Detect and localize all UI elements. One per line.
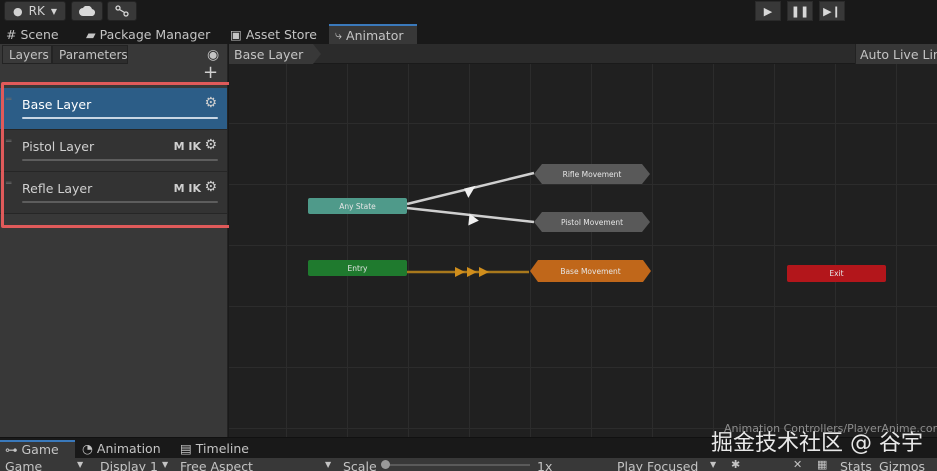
- account-dropdown[interactable]: ● RK ▼: [4, 1, 66, 21]
- cloud-icon: [79, 6, 95, 16]
- state-base-movement[interactable]: Base Movement: [530, 260, 651, 282]
- account-label: RK: [28, 4, 45, 18]
- scale-label: Scale: [343, 459, 377, 471]
- pause-button[interactable]: ❚❚: [787, 1, 813, 21]
- view-dropdown[interactable]: Game: [5, 459, 42, 471]
- scale-slider[interactable]: [382, 464, 530, 466]
- tab-timeline-label: Timeline: [195, 441, 249, 456]
- stats-button[interactable]: Stats: [840, 459, 872, 471]
- watermark-text: 掘金技术社区 @ 谷宇: [711, 431, 923, 456]
- tab-animator-label: Animator: [346, 27, 404, 43]
- tab-scene[interactable]: # Scene: [0, 24, 78, 44]
- tab-animator[interactable]: ⤷ Animator: [329, 24, 417, 44]
- chevron-down-icon: ▼: [710, 460, 717, 469]
- tab-package-manager-label: Package Manager: [99, 26, 211, 42]
- state-label: Rifle Movement: [562, 169, 622, 179]
- tab-scene-label: Scene: [20, 26, 59, 42]
- tab-asset-store-label: Asset Store: [245, 26, 317, 42]
- grid-icon: #: [6, 26, 17, 42]
- mute-icon[interactable]: ✕: [793, 458, 802, 471]
- step-button[interactable]: ▶❙: [819, 1, 845, 21]
- state-rifle-movement[interactable]: Rifle Movement: [534, 164, 650, 184]
- grid-icon[interactable]: ▦: [817, 458, 827, 471]
- highlight-box: [1, 82, 244, 228]
- state-label: Pistol Movement: [560, 217, 624, 227]
- aspect-label: Free Aspect: [180, 459, 253, 471]
- chevron-down-icon: ▼: [325, 460, 332, 469]
- breadcrumb[interactable]: Base Layer: [229, 44, 321, 64]
- tab-timeline[interactable]: ▤ Timeline: [180, 441, 249, 456]
- tab-animation-label: Animation: [96, 441, 161, 456]
- account-icon: ●: [13, 4, 23, 18]
- arrow-icon: [467, 267, 477, 277]
- add-layer-button[interactable]: +: [203, 64, 218, 82]
- chevron-down-icon: ▼: [77, 460, 84, 469]
- package-icon: ▰: [86, 26, 96, 42]
- tab-game[interactable]: ⊶ Game: [0, 440, 75, 459]
- graph-header: Base Layer Auto Live Link: [229, 44, 937, 64]
- scale-slider-handle[interactable]: [381, 460, 390, 469]
- step-icon: ▶❙: [823, 4, 841, 18]
- cloud-button[interactable]: [71, 1, 103, 21]
- tab-parameters[interactable]: Parameters: [52, 45, 128, 64]
- view-label: Game: [5, 459, 43, 471]
- play-icon: ▶: [763, 4, 773, 18]
- arrow-icon: [455, 267, 465, 277]
- store-icon: ▣: [230, 26, 242, 42]
- timeline-icon: ▤: [180, 441, 196, 456]
- tab-asset-store[interactable]: ▣ Asset Store: [224, 24, 326, 44]
- play-button[interactable]: ▶: [755, 1, 781, 21]
- play-mode-dropdown[interactable]: Play Focused: [617, 459, 698, 471]
- editor-tabbar: # Scene ▰ Package Manager ▣ Asset Store ⤷ An…: [0, 24, 937, 44]
- transition-lines: [406, 171, 535, 277]
- state-label: Any State: [339, 201, 376, 211]
- display-label: Display 1: [100, 459, 159, 471]
- display-dropdown[interactable]: Display 1: [100, 459, 158, 471]
- gamepad-icon: ⊶: [5, 442, 22, 457]
- gizmos-label: Gizmos: [879, 459, 926, 471]
- chevron-down-icon: ▼: [50, 6, 57, 16]
- bug-icon[interactable]: ✱: [731, 458, 740, 471]
- branch-icon: [115, 5, 129, 17]
- gizmos-button[interactable]: Gizmos: [879, 459, 925, 471]
- state-pistol-movement[interactable]: Pistol Movement: [534, 212, 650, 232]
- pause-icon: ❚❚: [790, 4, 810, 18]
- collab-button[interactable]: [107, 1, 137, 21]
- eye-icon[interactable]: ◉: [207, 47, 219, 63]
- auto-live-link-label: Auto Live Link: [860, 46, 937, 62]
- stats-label: Stats: [840, 459, 872, 471]
- state-label: Exit: [829, 269, 844, 278]
- chevron-down-icon: ▼: [162, 460, 169, 469]
- animator-icon: ⤷: [335, 27, 343, 42]
- auto-live-link-button[interactable]: Auto Live Link: [855, 44, 937, 64]
- state-any-state[interactable]: Any State: [308, 198, 407, 214]
- tab-package-manager[interactable]: ▰ Package Manager: [80, 24, 222, 44]
- tab-layers-label: Layers: [9, 47, 49, 62]
- aspect-dropdown[interactable]: Free Aspect: [180, 459, 253, 471]
- state-label: Entry: [347, 263, 368, 273]
- play-mode-label: Play Focused: [617, 459, 699, 471]
- animator-graph[interactable]: Rifle Movement Pistol Movement Any State…: [229, 44, 937, 437]
- main-toolbar: ● RK ▼ ▶ ❚❚ ▶❙: [0, 0, 937, 22]
- tab-game-label: Game: [21, 442, 59, 457]
- tab-animation[interactable]: ◔ Animation: [82, 441, 161, 456]
- game-toolbar: Game ▼ Display 1 ▼ Free Aspect ▼ Scale 1…: [0, 458, 937, 471]
- state-exit[interactable]: Exit: [787, 265, 886, 282]
- breadcrumb-label: Base Layer: [234, 46, 304, 62]
- scale-value: 1x: [537, 459, 553, 471]
- animation-icon: ◔: [82, 441, 97, 456]
- state-label: Base Movement: [560, 266, 621, 276]
- arrow-icon: [479, 267, 489, 277]
- tab-layers[interactable]: Layers: [2, 45, 52, 64]
- tab-parameters-label: Parameters: [59, 47, 128, 62]
- state-entry[interactable]: Entry: [308, 260, 407, 276]
